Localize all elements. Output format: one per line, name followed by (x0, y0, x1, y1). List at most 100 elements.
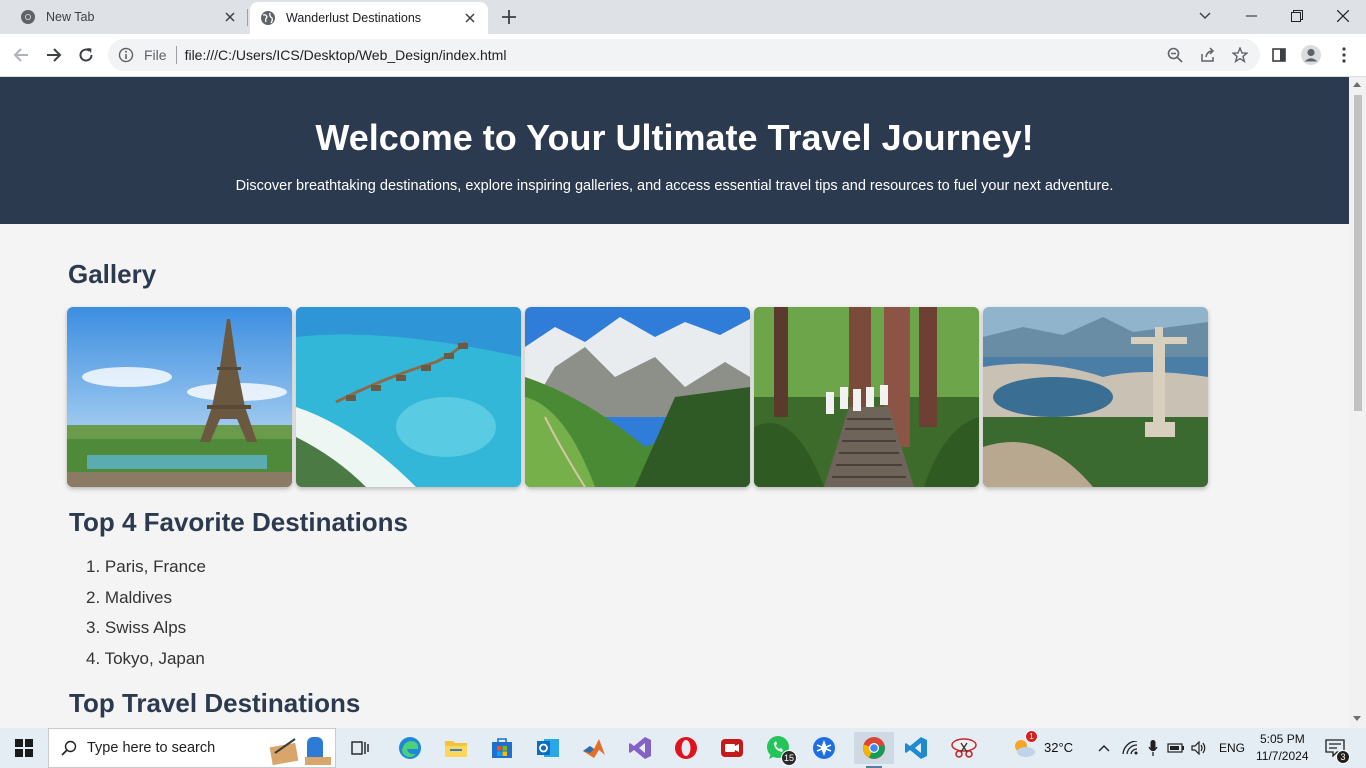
show-hidden-icons-button[interactable] (1094, 732, 1114, 764)
tab-label: New Tab (46, 10, 95, 24)
microphone-icon (1148, 740, 1158, 756)
taskbar-screen-recorder[interactable] (716, 732, 748, 764)
tab-new-tab[interactable]: New Tab (0, 0, 248, 34)
taskbar-store[interactable] (486, 732, 518, 764)
restore-button[interactable] (1274, 0, 1320, 32)
clock-time[interactable]: 5:05 PM (1260, 732, 1305, 746)
taskbar-opera[interactable] (670, 732, 702, 764)
info-icon[interactable] (118, 47, 134, 63)
close-icon[interactable] (220, 7, 240, 27)
close-window-button[interactable] (1320, 0, 1366, 32)
list-item-label: Maldives (104, 587, 172, 607)
close-icon[interactable] (460, 8, 480, 28)
tab-search-button[interactable] (1182, 0, 1228, 32)
list-item-label: Swiss Alps (104, 618, 187, 637)
profile-button[interactable] (1298, 42, 1324, 68)
weather-badge: 1 (1025, 730, 1038, 743)
list-number: 2. (86, 587, 105, 607)
url-text[interactable]: file:///C:/Users/ICS/Desktop/Web_Design/… (185, 47, 507, 63)
gallery-heading: Gallery (68, 259, 157, 289)
new-tab-button[interactable] (496, 4, 522, 30)
minimize-button[interactable] (1228, 0, 1274, 32)
clock-date[interactable]: 11/7/2024 (1256, 749, 1309, 763)
plus-icon (502, 10, 516, 24)
network-button[interactable] (1120, 732, 1140, 764)
weather-temperature[interactable]: 32°C (1044, 740, 1073, 755)
forward-button[interactable] (40, 41, 68, 69)
url-scheme: File (144, 47, 167, 63)
taskbar-search[interactable]: Type here to search (48, 728, 336, 768)
scroll-down-arrow[interactable] (1353, 716, 1361, 721)
start-button[interactable] (0, 728, 48, 768)
side-panel-icon (1272, 48, 1286, 62)
arrow-right-icon (47, 48, 62, 62)
reload-icon (79, 48, 93, 62)
taskbar-file-explorer[interactable] (440, 732, 472, 764)
page-scrollbar[interactable] (1349, 77, 1366, 728)
taskbar-outlook[interactable] (532, 732, 564, 764)
avatar-icon (1301, 45, 1321, 65)
outlook-icon (537, 739, 559, 757)
browser-toolbar: File file:///C:/Users/ICS/Desktop/Web_De… (0, 34, 1366, 77)
back-button[interactable] (7, 41, 35, 69)
forest-stairway-hikers-photo[interactable] (754, 307, 979, 487)
taskbar-app-center[interactable] (808, 732, 840, 764)
task-view-button[interactable] (344, 732, 376, 764)
side-panel-button[interactable] (1266, 42, 1292, 68)
battery-button[interactable] (1166, 732, 1186, 764)
favorites-heading: Top 4 Favorite Destinations (69, 507, 409, 537)
taskbar-chrome[interactable] (854, 732, 894, 768)
speaker-icon (1191, 741, 1206, 755)
taskbar-matlab[interactable] (578, 732, 610, 764)
taskbar-visual-studio[interactable] (624, 732, 656, 764)
chevron-up-icon (1098, 745, 1110, 752)
list-number: 3. (86, 618, 105, 637)
compass-app-icon (813, 737, 835, 759)
christ-the-redeemer-rio-photo[interactable] (983, 307, 1208, 487)
search-highlight-icon (269, 737, 331, 766)
list-item: 1. Paris, France (86, 555, 206, 586)
zoom-button[interactable] (1162, 42, 1188, 68)
hero-title: Welcome to Your Ultimate Travel Journey! (315, 117, 1034, 158)
tab-wanderlust[interactable]: Wanderlust Destinations (250, 2, 488, 34)
list-item: 4. Tokyo, Japan (86, 647, 206, 678)
arrow-left-icon (13, 48, 28, 62)
list-number: 4. (86, 648, 105, 668)
restore-icon (1291, 10, 1303, 22)
taskbar: Type here to search 15 1 32°C ENG 5:05 P… (0, 728, 1366, 768)
minimize-icon (1245, 15, 1257, 17)
taskbar-edge[interactable] (394, 732, 426, 764)
swiss-alps-valley-photo[interactable] (525, 307, 750, 487)
top-travel-heading: Top Travel Destinations (69, 688, 361, 718)
battery-icon (1167, 743, 1184, 753)
menu-button[interactable] (1331, 42, 1357, 68)
weather-widget-icon[interactable]: 1 (1008, 730, 1040, 764)
taskbar-whatsapp[interactable]: 15 (762, 732, 797, 766)
close-icon (1337, 10, 1349, 22)
address-bar[interactable]: File file:///C:/Users/ICS/Desktop/Web_De… (108, 39, 1260, 71)
input-language[interactable]: ENG (1219, 741, 1245, 755)
hero-banner: Welcome to Your Ultimate Travel Journey!… (0, 77, 1349, 224)
scroll-up-arrow[interactable] (1353, 82, 1361, 87)
hero-subtitle: Discover breathtaking destinations, expl… (235, 178, 1114, 194)
favorites-list: 1. Paris, France 2. Maldives 3. Swiss Al… (86, 555, 206, 677)
taskbar-snipping-tool[interactable] (948, 732, 980, 764)
volume-button[interactable] (1189, 732, 1209, 764)
chevron-down-icon (1199, 12, 1211, 19)
notification-center-button[interactable]: 3 (1320, 732, 1350, 764)
reload-button[interactable] (72, 41, 100, 69)
kebab-menu-icon (1342, 47, 1346, 63)
bookmark-button[interactable] (1227, 42, 1253, 68)
eiffel-tower-photo[interactable] (67, 307, 292, 487)
microphone-button[interactable] (1143, 732, 1163, 764)
list-item: 3. Swiss Alps (86, 616, 206, 647)
maldives-overwater-villas-photo[interactable] (296, 307, 521, 487)
list-number: 1. (86, 557, 105, 576)
folder-icon (445, 741, 467, 757)
scroll-thumb[interactable] (1354, 95, 1362, 411)
list-item-label: Tokyo, Japan (104, 648, 205, 668)
share-button[interactable] (1195, 42, 1221, 68)
taskbar-vscode[interactable] (900, 732, 932, 764)
star-icon (1232, 47, 1248, 63)
list-item: 2. Maldives (86, 586, 206, 617)
